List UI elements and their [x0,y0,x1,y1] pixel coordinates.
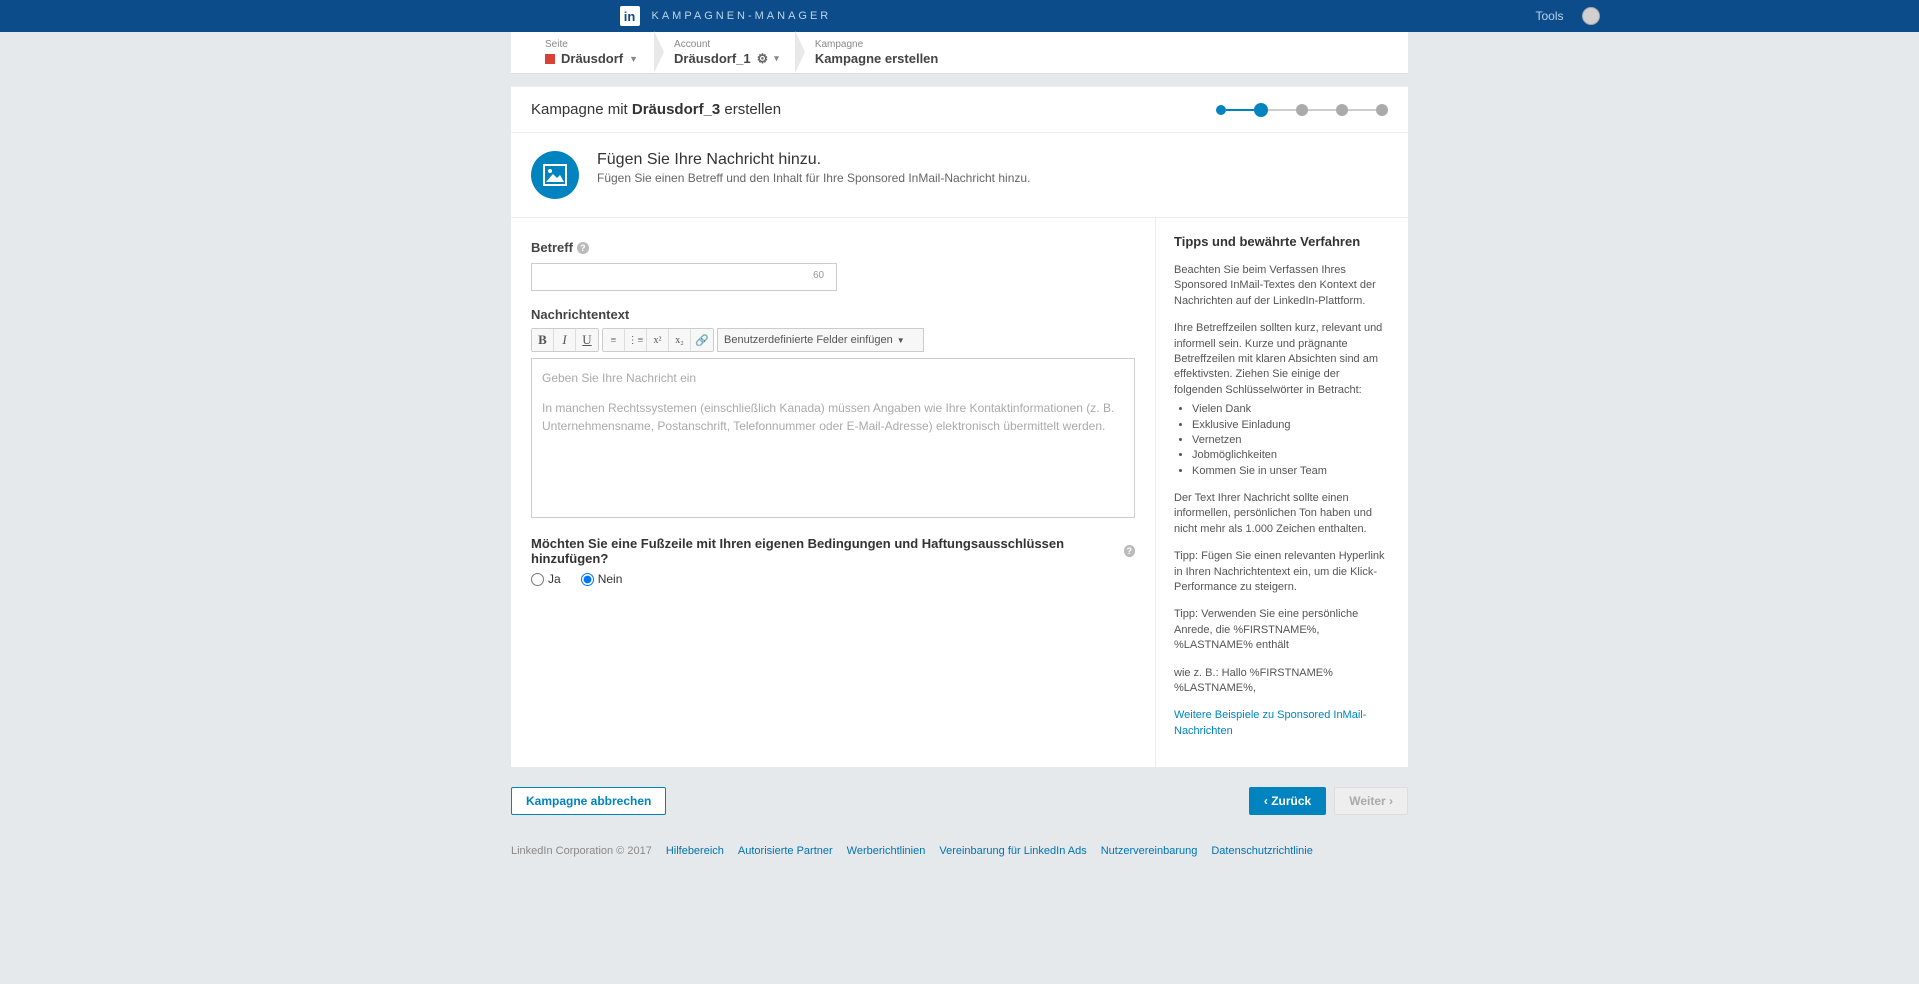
superscript-button[interactable]: x² [647,329,669,351]
bold-button[interactable]: B [532,329,554,351]
message-body-editor[interactable]: Geben Sie Ihre Nachricht ein In manchen … [531,358,1135,518]
footer-link[interactable]: Vereinbarung für LinkedIn Ads [939,845,1086,857]
avatar[interactable] [1582,7,1600,25]
back-button[interactable]: ‹ Zurück [1249,787,1326,815]
footer-link[interactable]: Nutzervereinbarung [1101,845,1198,857]
help-icon[interactable]: ? [577,242,589,254]
editor-placeholder-line: In manchen Rechtssystemen (einschließlic… [542,399,1124,435]
tip-text: Ihre Betreffzeilen sollten kurz, relevan… [1174,321,1390,398]
tools-link[interactable]: Tools [1535,9,1563,23]
step-5-dot [1376,104,1388,116]
image-icon [531,151,579,199]
tip-text: Tipp: Fügen Sie einen relevanten Hyperli… [1174,549,1390,595]
tip-text: Tipp: Verwenden Sie eine persönliche Anr… [1174,607,1390,653]
step-1-dot [1216,105,1226,115]
linkedin-logo-icon[interactable]: in [620,6,640,26]
breadcrumb-account-label: Account [674,39,779,50]
page-footer: LinkedIn Corporation © 2017 Hilfebereich… [511,845,1408,857]
section-subtitle: Fügen Sie einen Betreff und den Inhalt f… [597,171,1030,185]
editor-placeholder-line: Geben Sie Ihre Nachricht ein [542,369,1124,387]
subject-input[interactable] [531,263,837,291]
italic-button[interactable]: I [554,329,576,351]
gear-icon[interactable]: ⚙ [757,51,769,67]
breadcrumb-page[interactable]: Seite Dräusdorf ▼ [527,39,656,66]
step-4-dot [1336,104,1348,116]
breadcrumb-account-value: Dräusdorf_1 [674,51,751,66]
footer-no-radio[interactable]: Nein [581,572,623,586]
subscript-button[interactable]: x₂ [669,329,691,351]
wizard-steps [1216,103,1388,117]
cancel-button[interactable]: Kampagne abbrechen [511,787,666,815]
help-icon[interactable]: ? [1124,545,1136,557]
tip-text: Der Text Ihrer Nachricht sollte einen in… [1174,491,1390,537]
page-color-icon [545,54,555,64]
subject-char-count: 60 [813,270,824,281]
link-button[interactable]: 🔗 [691,329,713,351]
step-2-dot [1254,103,1268,117]
step-line [1226,109,1254,111]
footer-link[interactable]: Hilfebereich [666,845,724,857]
tip-bullet: Exklusive Einladung [1192,418,1390,433]
tips-title: Tipps und bewährte Verfahren [1174,234,1390,249]
message-header: Fügen Sie Ihre Nachricht hinzu. Fügen Si… [511,132,1408,217]
copyright: LinkedIn Corporation © 2017 [511,845,652,857]
subject-label: Betreff ? [531,240,1135,255]
wizard-title: Kampagne mit Dräusdorf_3 erstellen [531,101,781,118]
bottom-buttons: Kampagne abbrechen ‹ Zurück Weiter › [511,787,1408,815]
tip-text: Beachten Sie beim Verfassen Ihres Sponso… [1174,263,1390,309]
tip-text: wie z. B.: Hallo %FIRSTNAME% %LASTNAME%, [1174,666,1390,697]
tip-bullet: Kommen Sie in unser Team [1192,464,1390,479]
underline-button[interactable]: U [576,329,598,351]
main-column: Betreff ? 60 Nachrichtentext B I U ≡ ⋮≡ … [511,218,1156,767]
chevron-down-icon[interactable]: ▾ [774,53,779,64]
tip-bullet: Vernetzen [1192,433,1390,448]
footer-yes-radio[interactable]: Ja [531,572,561,586]
topbar: in KAMPAGNEN-MANAGER Tools [0,0,1919,32]
tip-bullet: Jobmöglichkeiten [1192,448,1390,463]
unordered-list-button[interactable]: ⋮≡ [625,329,647,351]
footer-link[interactable]: Autorisierte Partner [738,845,833,857]
breadcrumb-account[interactable]: Account Dräusdorf_1 ⚙ ▾ [656,39,797,67]
wizard-header: Kampagne mit Dräusdorf_3 erstellen [511,86,1408,132]
app-title: KAMPAGNEN-MANAGER [652,10,832,22]
breadcrumb-page-value: Dräusdorf [561,51,623,66]
next-button[interactable]: Weiter › [1334,787,1408,815]
custom-fields-dropdown[interactable]: Benutzerdefinierte Felder einfügen ▼ [717,328,924,352]
tips-link[interactable]: Weitere Beispiele zu Sponsored InMail-Na… [1174,708,1390,739]
breadcrumb-campaign-label: Kampagne [815,39,939,50]
tips-sidebar: Tipps und bewährte Verfahren Beachten Si… [1156,218,1408,767]
footer-link[interactable]: Datenschutzrichtlinie [1211,845,1313,857]
ordered-list-button[interactable]: ≡ [603,329,625,351]
tip-bullets: Vielen Dank Exklusive Einladung Vernetze… [1174,402,1390,479]
breadcrumb-page-label: Seite [545,39,638,50]
tip-bullet: Vielen Dank [1192,402,1390,417]
step-line [1348,109,1376,111]
body-label: Nachrichtentext [531,307,1135,322]
chevron-down-icon: ▼ [897,336,905,345]
step-line [1268,109,1296,111]
logo-area: in KAMPAGNEN-MANAGER [620,6,832,26]
footer-link[interactable]: Werberichtlinien [847,845,926,857]
breadcrumb-campaign-value: Kampagne erstellen [815,51,939,66]
breadcrumb-campaign: Kampagne Kampagne erstellen [797,39,957,66]
section-title: Fügen Sie Ihre Nachricht hinzu. [597,151,1030,169]
footer-question: Möchten Sie eine Fußzeile mit Ihren eige… [531,536,1135,566]
step-3-dot [1296,104,1308,116]
editor-toolbar: B I U ≡ ⋮≡ x² x₂ 🔗 Benutzerdefinierte Fe… [531,328,1135,352]
breadcrumb: Seite Dräusdorf ▼ Account Dräusdorf_1 ⚙ ▾… [511,32,1408,74]
step-line [1308,109,1336,111]
chevron-down-icon[interactable]: ▼ [629,54,638,64]
